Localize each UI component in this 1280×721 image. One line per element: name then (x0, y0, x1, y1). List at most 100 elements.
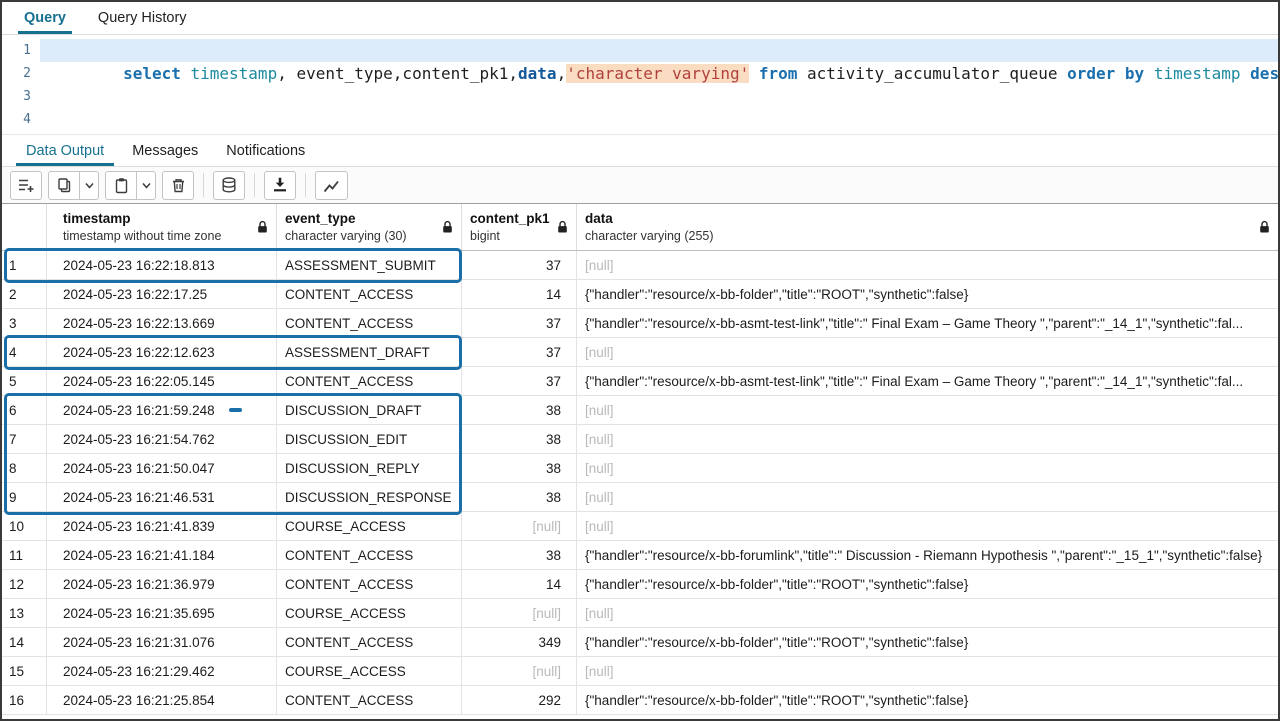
tab-query[interactable]: Query (8, 2, 82, 34)
cell-row-number[interactable]: 2 (2, 280, 47, 308)
table-row[interactable]: 42024-05-23 16:22:12.623ASSESSMENT_DRAFT… (2, 338, 1278, 367)
table-row[interactable]: 12024-05-23 16:22:18.813ASSESSMENT_SUBMI… (2, 251, 1278, 280)
cell-data[interactable]: {"handler":"resource/x-bb-asmt-test-link… (577, 367, 1278, 395)
cell-event-type[interactable]: DISCUSSION_REPLY (277, 454, 462, 482)
save-results-to-file-button[interactable] (264, 171, 296, 200)
cell-data[interactable]: [null] (577, 454, 1278, 482)
paste-dropdown-button[interactable] (137, 171, 156, 200)
cell-timestamp[interactable]: 2024-05-23 16:21:36.979 (47, 570, 277, 598)
cell-row-number[interactable]: 15 (2, 657, 47, 685)
cell-timestamp[interactable]: 2024-05-23 16:21:46.531 (47, 483, 277, 511)
cell-data[interactable]: [null] (577, 251, 1278, 279)
cell-row-number[interactable]: 6 (2, 396, 47, 424)
cell-event-type[interactable]: CONTENT_ACCESS (277, 628, 462, 656)
cell-content-pk1[interactable]: 349 (462, 628, 577, 656)
cell-data[interactable]: [null] (577, 396, 1278, 424)
cell-timestamp[interactable]: 2024-05-23 16:22:17.25 (47, 280, 277, 308)
cell-row-number[interactable]: 14 (2, 628, 47, 656)
header-event-type[interactable]: event_type character varying (30) (277, 204, 462, 250)
cell-row-number[interactable]: 13 (2, 599, 47, 627)
cell-content-pk1[interactable]: 292 (462, 686, 577, 714)
cell-event-type[interactable]: COURSE_ACCESS (277, 657, 462, 685)
cell-data[interactable]: [null] (577, 483, 1278, 511)
cell-content-pk1[interactable]: 37 (462, 338, 577, 366)
cell-row-number[interactable]: 5 (2, 367, 47, 395)
cell-content-pk1[interactable]: 38 (462, 425, 577, 453)
copy-button[interactable] (48, 171, 80, 200)
cell-timestamp[interactable]: 2024-05-23 16:21:54.762 (47, 425, 277, 453)
graph-visualiser-button[interactable] (315, 171, 348, 200)
cell-event-type[interactable]: COURSE_ACCESS (277, 512, 462, 540)
cell-event-type[interactable]: COURSE_ACCESS (277, 599, 462, 627)
cell-event-type[interactable]: CONTENT_ACCESS (277, 367, 462, 395)
cell-timestamp[interactable]: 2024-05-23 16:21:29.462 (47, 657, 277, 685)
table-row[interactable]: 72024-05-23 16:21:54.762DISCUSSION_EDIT3… (2, 425, 1278, 454)
cell-event-type[interactable]: ASSESSMENT_SUBMIT (277, 251, 462, 279)
cell-content-pk1[interactable]: [null] (462, 599, 577, 627)
cell-timestamp[interactable]: 2024-05-23 16:21:59.248 (47, 396, 277, 424)
cell-row-number[interactable]: 9 (2, 483, 47, 511)
table-row[interactable]: 112024-05-23 16:21:41.184CONTENT_ACCESS3… (2, 541, 1278, 570)
cell-data[interactable]: {"handler":"resource/x-bb-forumlink","ti… (577, 541, 1278, 569)
cell-event-type[interactable]: CONTENT_ACCESS (277, 570, 462, 598)
cell-row-number[interactable]: 12 (2, 570, 47, 598)
table-row[interactable]: 32024-05-23 16:22:13.669CONTENT_ACCESS37… (2, 309, 1278, 338)
cell-content-pk1[interactable]: 37 (462, 367, 577, 395)
cell-row-number[interactable]: 1 (2, 251, 47, 279)
table-row[interactable]: 62024-05-23 16:21:59.248DISCUSSION_DRAFT… (2, 396, 1278, 425)
header-content-pk1[interactable]: content_pk1 bigint (462, 204, 577, 250)
cell-timestamp[interactable]: 2024-05-23 16:21:41.839 (47, 512, 277, 540)
cell-data[interactable]: [null] (577, 338, 1278, 366)
cell-data[interactable]: [null] (577, 425, 1278, 453)
cell-row-number[interactable]: 11 (2, 541, 47, 569)
cell-timestamp[interactable]: 2024-05-23 16:22:12.623 (47, 338, 277, 366)
delete-row-button[interactable] (162, 171, 194, 200)
cell-event-type[interactable]: CONTENT_ACCESS (277, 309, 462, 337)
code-area[interactable]: select timestamp, event_type,content_pk1… (40, 39, 1278, 134)
cell-content-pk1[interactable]: 38 (462, 541, 577, 569)
tab-messages[interactable]: Messages (118, 135, 212, 166)
add-row-button[interactable] (10, 171, 42, 200)
cell-row-number[interactable]: 16 (2, 686, 47, 714)
paste-button[interactable] (105, 171, 137, 200)
cell-row-number[interactable]: 10 (2, 512, 47, 540)
cell-data[interactable]: [null] (577, 599, 1278, 627)
tab-query-history[interactable]: Query History (82, 2, 203, 34)
cell-content-pk1[interactable]: 37 (462, 251, 577, 279)
cell-event-type[interactable]: DISCUSSION_EDIT (277, 425, 462, 453)
cell-event-type[interactable]: CONTENT_ACCESS (277, 541, 462, 569)
cell-content-pk1[interactable]: 37 (462, 309, 577, 337)
table-row[interactable]: 162024-05-23 16:21:25.854CONTENT_ACCESS2… (2, 686, 1278, 715)
cell-timestamp[interactable]: 2024-05-23 16:21:41.184 (47, 541, 277, 569)
cell-event-type[interactable]: ASSESSMENT_DRAFT (277, 338, 462, 366)
table-row[interactable]: 122024-05-23 16:21:36.979CONTENT_ACCESS1… (2, 570, 1278, 599)
save-data-changes-button[interactable] (213, 171, 245, 200)
cell-timestamp[interactable]: 2024-05-23 16:21:25.854 (47, 686, 277, 714)
sql-editor[interactable]: 1 2 3 4 select timestamp, event_type,con… (2, 35, 1278, 135)
cell-data[interactable]: {"handler":"resource/x-bb-folder","title… (577, 280, 1278, 308)
cell-row-number[interactable]: 8 (2, 454, 47, 482)
cell-content-pk1[interactable]: 14 (462, 280, 577, 308)
cell-data[interactable]: {"handler":"resource/x-bb-folder","title… (577, 628, 1278, 656)
cell-content-pk1[interactable]: 14 (462, 570, 577, 598)
table-row[interactable]: 152024-05-23 16:21:29.462COURSE_ACCESS [n… (2, 657, 1278, 686)
table-row[interactable]: 92024-05-23 16:21:46.531DISCUSSION_RESPO… (2, 483, 1278, 512)
table-row[interactable]: 102024-05-23 16:21:41.839COURSE_ACCESS [n… (2, 512, 1278, 541)
cell-event-type[interactable]: DISCUSSION_DRAFT (277, 396, 462, 424)
cell-data[interactable]: [null] (577, 657, 1278, 685)
tab-notifications[interactable]: Notifications (212, 135, 319, 166)
table-row[interactable]: 52024-05-23 16:22:05.145CONTENT_ACCESS37… (2, 367, 1278, 396)
cell-timestamp[interactable]: 2024-05-23 16:21:35.695 (47, 599, 277, 627)
cell-event-type[interactable]: DISCUSSION_RESPONSE (277, 483, 462, 511)
cell-timestamp[interactable]: 2024-05-23 16:22:13.669 (47, 309, 277, 337)
cell-row-number[interactable]: 3 (2, 309, 47, 337)
header-data[interactable]: data character varying (255) (577, 204, 1278, 250)
cell-data[interactable]: [null] (577, 512, 1278, 540)
table-row[interactable]: 82024-05-23 16:21:50.047DISCUSSION_REPLY… (2, 454, 1278, 483)
cell-row-number[interactable]: 4 (2, 338, 47, 366)
cell-data[interactable]: {"handler":"resource/x-bb-asmt-test-link… (577, 309, 1278, 337)
header-timestamp[interactable]: timestamp timestamp without time zone (47, 204, 277, 250)
tab-data-output[interactable]: Data Output (12, 135, 118, 166)
cell-event-type[interactable]: CONTENT_ACCESS (277, 686, 462, 714)
copy-dropdown-button[interactable] (80, 171, 99, 200)
